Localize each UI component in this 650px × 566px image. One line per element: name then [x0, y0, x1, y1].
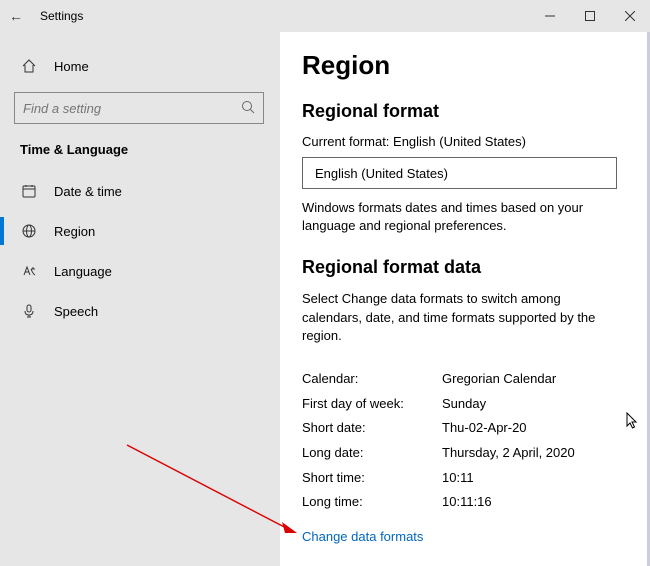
format-data-description: Select Change data formats to switch amo…	[302, 290, 617, 345]
minimize-button[interactable]	[530, 0, 570, 32]
clock-icon	[20, 182, 38, 200]
table-row: Short time:10:11	[302, 466, 617, 491]
table-row: Long time:10:11:16	[302, 490, 617, 515]
table-row: First day of week:Sunday	[302, 392, 617, 417]
search-input[interactable]	[14, 92, 264, 124]
maximize-button[interactable]	[570, 0, 610, 32]
page-title: Region	[302, 50, 617, 81]
sidebar-item-language[interactable]: Language	[14, 251, 264, 291]
table-row: Calendar:Gregorian Calendar	[302, 367, 617, 392]
back-button[interactable]: ←	[0, 8, 32, 24]
table-row: Short date:Thu-02-Apr-20	[302, 416, 617, 441]
home-icon	[20, 57, 38, 75]
home-label: Home	[54, 59, 89, 74]
sidebar-item-region[interactable]: Region	[14, 211, 264, 251]
sidebar-item-label: Speech	[54, 304, 98, 319]
close-button[interactable]	[610, 0, 650, 32]
search-field[interactable]	[23, 101, 241, 116]
current-format-label: Current format: English (United States)	[302, 134, 617, 149]
format-dropdown[interactable]: English (United States)	[302, 157, 617, 189]
home-button[interactable]: Home	[14, 46, 264, 86]
microphone-icon	[20, 302, 38, 320]
format-data-heading: Regional format data	[302, 257, 617, 278]
sidebar-item-date-time[interactable]: Date & time	[14, 171, 264, 211]
titlebar: ← Settings	[0, 0, 650, 32]
sidebar-item-speech[interactable]: Speech	[14, 291, 264, 331]
dropdown-value: English (United States)	[315, 166, 448, 181]
format-description: Windows formats dates and times based on…	[302, 199, 617, 235]
sidebar: Home Time & Language Date & time Region …	[0, 32, 280, 566]
format-data-table: Calendar:Gregorian Calendar First day of…	[302, 367, 617, 515]
globe-icon	[20, 222, 38, 240]
table-row: Long date:Thursday, 2 April, 2020	[302, 441, 617, 466]
change-data-formats-link[interactable]: Change data formats	[302, 529, 423, 544]
regional-format-heading: Regional format	[302, 101, 617, 122]
sidebar-item-label: Date & time	[54, 184, 122, 199]
language-icon	[20, 262, 38, 280]
sidebar-item-label: Region	[54, 224, 95, 239]
window-title: Settings	[32, 9, 83, 23]
sidebar-item-label: Language	[54, 264, 112, 279]
main-content: Region Regional format Current format: E…	[280, 32, 650, 566]
search-icon	[241, 100, 255, 117]
section-title: Time & Language	[14, 142, 264, 157]
